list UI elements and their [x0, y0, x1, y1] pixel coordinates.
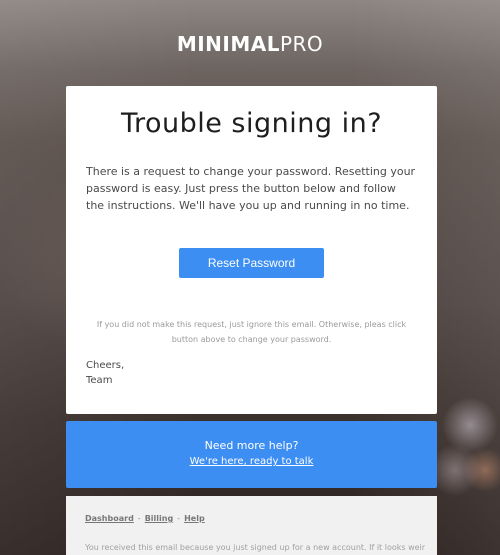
logo-light-text: PRO — [279, 32, 324, 56]
signoff: Cheers, Team — [86, 358, 124, 388]
footer-link-help[interactable]: Help — [184, 514, 205, 523]
reset-password-button[interactable]: Reset Password — [179, 248, 324, 278]
signoff-name: Team — [86, 375, 113, 386]
page-title: Trouble signing in? — [120, 108, 383, 139]
footer: Dashboard - Billing - Help You received this… — [66, 496, 437, 555]
signoff-greeting: Cheers, — [86, 360, 125, 371]
help-banner: Need more help? We're here, ready to tal… — [66, 421, 437, 488]
footer-link-dashboard[interactable]: Dashboard — [85, 514, 134, 523]
contact-link[interactable]: We're here, ready to talk — [66, 456, 437, 467]
ignore-note: If you did not make this request, just i… — [96, 320, 407, 344]
footer-links: Dashboard - Billing - Help — [85, 514, 205, 523]
help-title: Need more help? — [204, 439, 299, 452]
brand-logo: MINIMALPRO — [0, 32, 500, 56]
footer-link-billing[interactable]: Billing — [145, 514, 174, 523]
email-card: Trouble signing in? There is a request t… — [66, 86, 437, 414]
footer-separator: - — [177, 514, 181, 523]
intro-paragraph: There is a request to change your passwo… — [86, 165, 416, 212]
footer-disclaimer: You received this email because you just… — [85, 543, 425, 552]
footer-separator: - — [137, 514, 141, 523]
logo-bold-text: MINIMAL — [176, 32, 280, 56]
